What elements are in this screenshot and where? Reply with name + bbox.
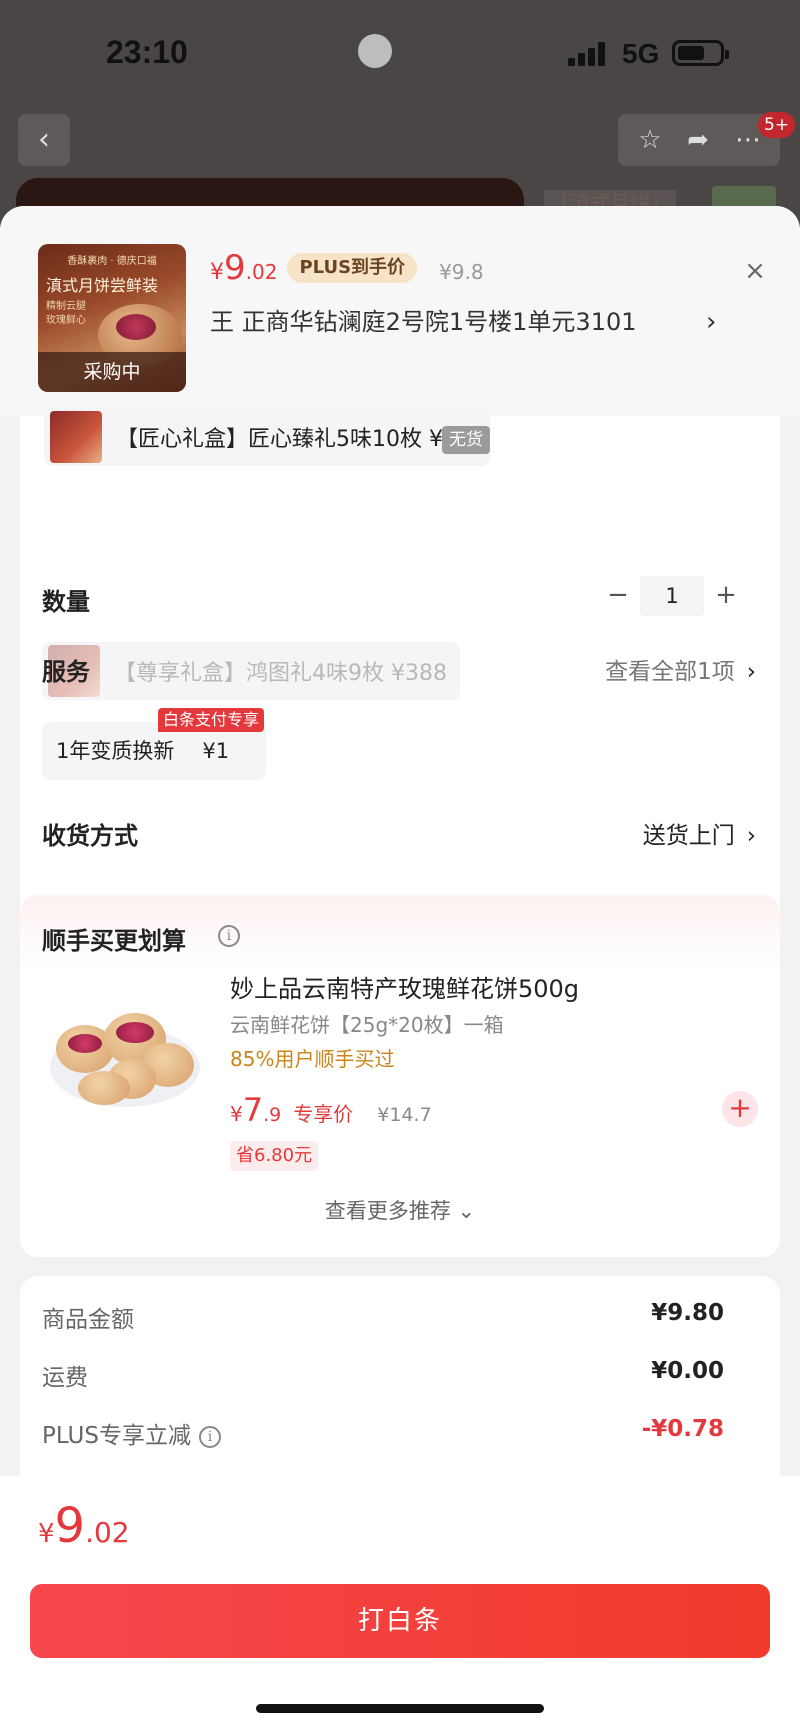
camera-dot (358, 34, 392, 68)
address-selector[interactable]: 王 正商华钻澜庭2号院1号楼1单元3101 (210, 300, 730, 344)
original-price: ¥14.7 (377, 1104, 432, 1126)
price-row: ¥ 9 .02 PLUS到手价 ¥9.8 (210, 248, 484, 288)
home-indicator (256, 1704, 544, 1713)
price-symbol: ¥ (38, 1519, 55, 1549)
status-bar: 23:10 5G (0, 0, 800, 110)
recommend-price: ¥ 7 .9 专享价 ¥14.7 (230, 1091, 432, 1129)
network-label: 5G (622, 38, 660, 69)
info-icon[interactable]: i (218, 925, 240, 947)
service-price: ¥1 (202, 739, 230, 763)
goods-amount-label: 商品金额 (42, 1307, 134, 1333)
recommend-product-image[interactable] (42, 979, 208, 1139)
sku-label: 【匠心礼盒】匠心臻礼5味10枚 ¥488 (116, 427, 485, 452)
service-name: 1年变质换新 (56, 739, 175, 763)
signal-icon (568, 42, 612, 66)
cart-badge: 5+ (758, 112, 796, 138)
battery-icon (672, 40, 729, 66)
delivery-label: 收货方式 (42, 822, 138, 850)
thumbnail-title: 滇式月饼尝鲜装 (46, 276, 159, 295)
decrease-button[interactable]: − (604, 576, 632, 616)
pay-with-baitiao-button[interactable]: 打白条 (30, 1584, 770, 1658)
price-integer: 9 (224, 248, 246, 288)
price-symbol: ¥ (210, 260, 224, 285)
price-summary-card: 商品金额 ¥9.80 运费 ¥0.00 PLUS专享立减 i -¥0.78 (20, 1276, 780, 1476)
increase-button[interactable]: + (712, 576, 740, 616)
recommend-product-name[interactable]: 妙上品云南特产玫瑰鲜花饼500g (230, 969, 579, 1004)
price-integer: 7 (242, 1091, 264, 1129)
thumbnail-top-text: 香酥裹肉 · 德庆口福 (67, 256, 157, 267)
price-symbol: ¥ (230, 1102, 243, 1126)
recommend-card: 顺手买更划算 i 妙上品云南特产玫瑰鲜花饼500g 云南鲜花饼【25g*20枚】… (20, 895, 780, 1257)
quantity-stepper: − 1 + (604, 576, 744, 616)
delivery-selector[interactable]: 送货上门 › (643, 816, 756, 850)
price-integer: 9 (54, 1498, 86, 1554)
sku-thumbnail (50, 411, 102, 463)
price-decimal: .02 (245, 260, 278, 284)
recommend-product-spec: 云南鲜花饼【25g*20枚】一箱 (230, 1013, 504, 1037)
thumbnail-status: 采购中 (38, 352, 186, 392)
price-decimal: .02 (85, 1516, 130, 1549)
quantity-label: 数量 (42, 588, 90, 616)
sku-label: 【尊享礼盒】鸿图礼4味9枚 ¥388 (114, 661, 447, 686)
recommend-title: 顺手买更划算 (42, 927, 186, 955)
chevron-right-icon: › (746, 823, 756, 849)
goods-amount-value: ¥9.80 (651, 1300, 724, 1326)
service-view-all[interactable]: 查看全部1项 › (605, 652, 756, 686)
add-to-order-button[interactable]: + (722, 1091, 758, 1127)
quantity-input[interactable]: 1 (640, 576, 704, 616)
chevron-right-icon[interactable]: › (706, 300, 716, 344)
view-more-recommendations[interactable]: 查看更多推荐 ⌄ (20, 1195, 780, 1225)
plus-price-tag: PLUS到手价 (287, 253, 418, 283)
service-label: 服务 (42, 658, 90, 686)
bottom-bar: ¥ 9 .02 打白条 (0, 1476, 800, 1733)
plus-discount-text: PLUS专享立减 (42, 1423, 191, 1449)
flower-cake-image (78, 1071, 130, 1105)
star-icon[interactable]: ☆ (632, 122, 668, 158)
plus-discount-value: -¥0.78 (641, 1416, 724, 1442)
savings-tag: 省6.80元 (230, 1141, 319, 1171)
original-price: ¥9.8 (439, 260, 484, 284)
service-exclusive-tag: 白条支付专享 (158, 708, 265, 732)
shipping-label: 运费 (42, 1365, 88, 1391)
out-of-stock-badge: 无货 (442, 426, 490, 454)
back-button[interactable]: ‹ (18, 114, 70, 166)
top-actions: ☆ ➦ ⋯ (618, 114, 780, 166)
exclusive-price-tag: 专享价 (293, 1102, 354, 1126)
share-icon[interactable]: ➦ (680, 122, 716, 158)
delivery-value: 送货上门 (642, 823, 735, 849)
sheet-header: 香酥裹肉 · 德庆口福 滇式月饼尝鲜装 精制云腿 玫瑰鲜心 采购中 ¥ 9 .0… (0, 206, 800, 416)
sku-option-disabled: 【尊享礼盒】鸿图礼4味9枚 ¥388 (42, 642, 460, 700)
info-icon[interactable]: i (198, 1425, 221, 1448)
sku-option[interactable]: 【匠心礼盒】匠心臻礼5味10枚 ¥488 (44, 408, 490, 466)
status-time: 23:10 (106, 34, 188, 70)
service-link-text: 查看全部1项 (605, 659, 735, 685)
shipping-value: ¥0.00 (651, 1358, 724, 1384)
price-decimal: .9 (263, 1104, 282, 1126)
total-price: ¥ 9 .02 (38, 1498, 130, 1554)
chevron-right-icon: › (746, 659, 756, 685)
thumbnail-subtitle: 精制云腿 玫瑰鲜心 (46, 301, 86, 326)
plus-discount-label: PLUS专享立减 i (42, 1416, 221, 1450)
purchase-sheet: 香酥裹肉 · 德庆口福 滇式月饼尝鲜装 精制云腿 玫瑰鲜心 采购中 ¥ 9 .0… (0, 206, 800, 1733)
close-button[interactable]: × (740, 256, 770, 286)
recommend-bought-stat: 85%用户顺手买过 (230, 1047, 395, 1071)
product-thumbnail[interactable]: 香酥裹肉 · 德庆口福 滇式月饼尝鲜装 精制云腿 玫瑰鲜心 采购中 (38, 244, 186, 392)
